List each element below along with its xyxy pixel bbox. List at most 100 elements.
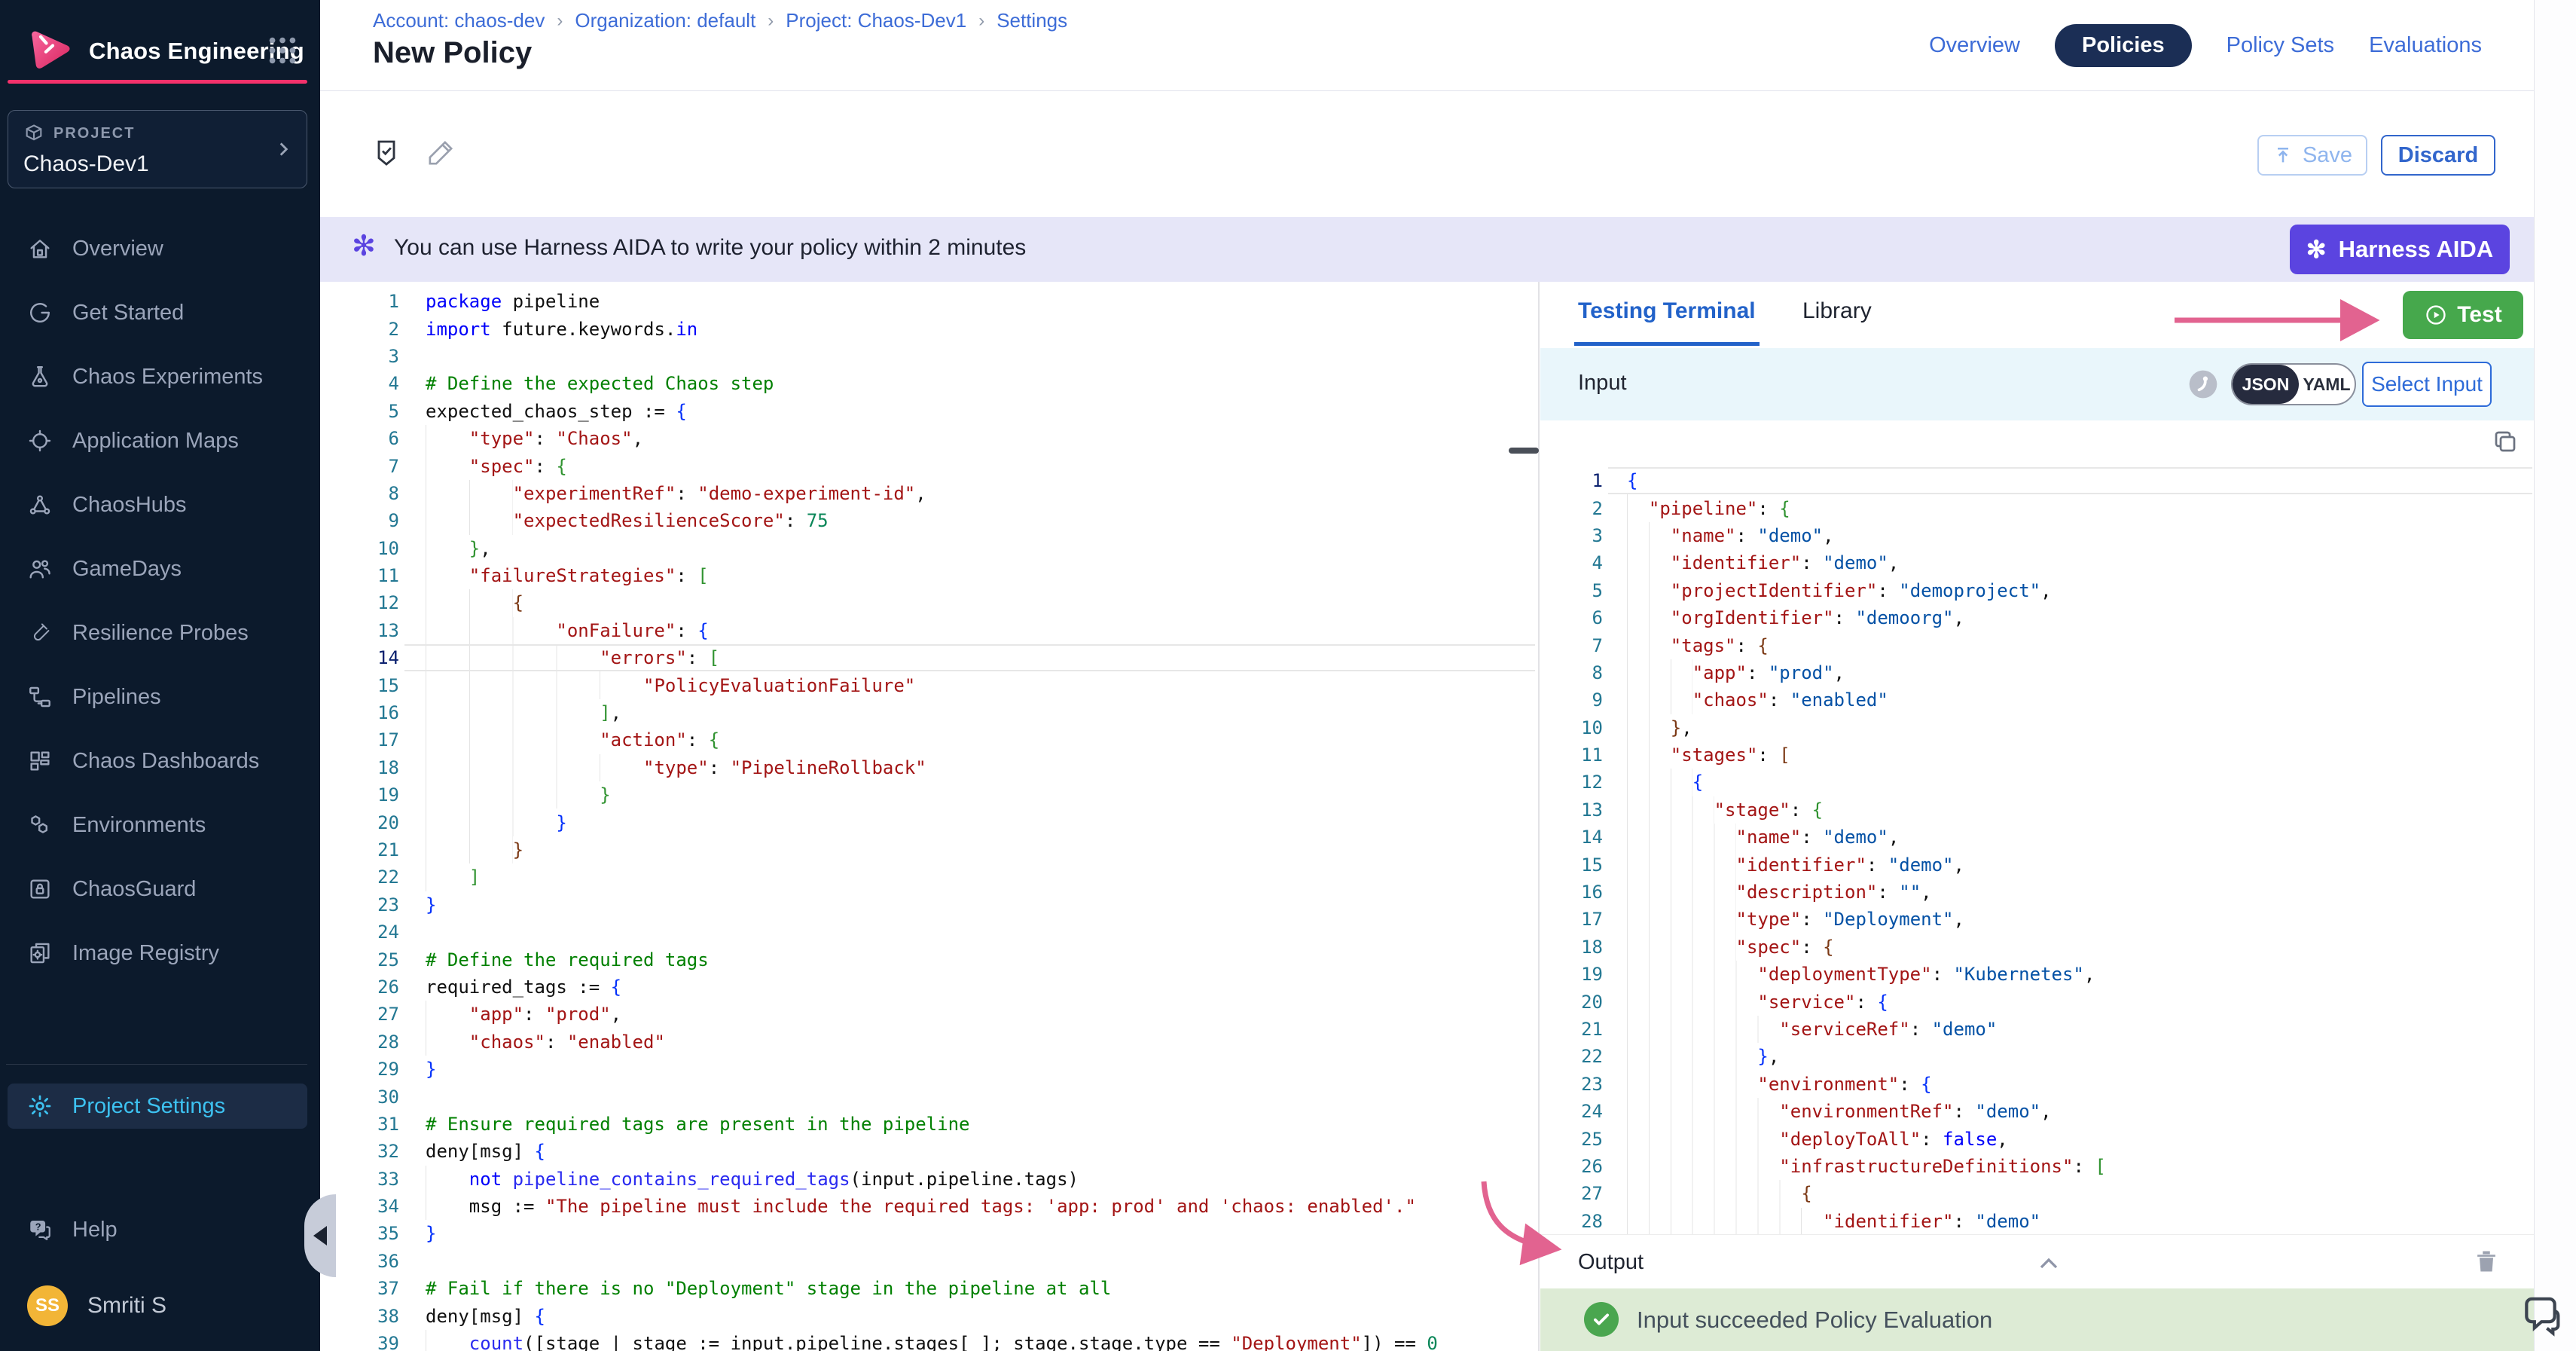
- sidebar-item-image-registry[interactable]: Image Registry: [8, 931, 307, 976]
- discard-button[interactable]: Discard: [2381, 135, 2495, 176]
- code-line[interactable]: 2"pipeline": {: [1540, 494, 2534, 521]
- code-line[interactable]: 7"tags": {: [1540, 631, 2534, 659]
- breadcrumb-item[interactable]: Project: Chaos-Dev1: [786, 9, 966, 32]
- breadcrumb-item[interactable]: Account: chaos-dev: [373, 9, 545, 32]
- code-line[interactable]: 9"chaos": "enabled": [1540, 686, 2534, 714]
- code-line[interactable]: 17"type": "Deployment",: [1540, 906, 2534, 933]
- page-scroll-gutter[interactable]: [2534, 0, 2576, 1351]
- sidebar-item-application-maps[interactable]: Application Maps: [8, 418, 307, 463]
- project-selector[interactable]: PROJECT Chaos-Dev1: [8, 110, 307, 188]
- chevron-up-icon[interactable]: [2034, 1249, 2064, 1279]
- tab-library[interactable]: Library: [1802, 298, 1872, 324]
- code-line[interactable]: 21}: [320, 836, 1538, 863]
- policy-check-icon[interactable]: [371, 136, 401, 170]
- code-line[interactable]: 23"environment": {: [1540, 1071, 2534, 1098]
- panel-resize-handle[interactable]: [1509, 448, 1539, 454]
- code-line[interactable]: 1package pipeline: [320, 288, 1538, 315]
- tab-overview[interactable]: Overview: [1929, 33, 2020, 58]
- code-line[interactable]: 15"identifier": "demo",: [1540, 851, 2534, 878]
- user-menu[interactable]: SS Smriti S: [27, 1285, 166, 1326]
- sidebar-item-chaos-dashboards[interactable]: Chaos Dashboards: [8, 738, 307, 784]
- code-line[interactable]: 8"experimentRef": "demo-experiment-id",: [320, 480, 1538, 507]
- code-line[interactable]: 3"name": "demo",: [1540, 522, 2534, 549]
- code-line[interactable]: 5"projectIdentifier": "demoproject",: [1540, 577, 2534, 604]
- sidebar-item-chaosguard[interactable]: ChaosGuard: [8, 867, 307, 912]
- code-line[interactable]: 20}: [320, 808, 1538, 836]
- code-line[interactable]: 10},: [1540, 714, 2534, 741]
- toggle-yaml[interactable]: YAML: [2299, 374, 2355, 395]
- sidebar-item-help[interactable]: ? Help: [8, 1207, 307, 1252]
- code-line[interactable]: 37# Fail if there is no "Deployment" sta…: [320, 1275, 1538, 1302]
- trash-icon[interactable]: [2472, 1246, 2501, 1277]
- code-line[interactable]: 9"expectedResilienceScore": 75: [320, 507, 1538, 534]
- code-line[interactable]: 8"app": "prod",: [1540, 659, 2534, 686]
- tab-evaluations[interactable]: Evaluations: [2369, 33, 2482, 58]
- sidebar-item-chaoshubs[interactable]: ChaosHubs: [8, 482, 307, 527]
- code-line[interactable]: 25"deployToAll": false,: [1540, 1125, 2534, 1152]
- breadcrumb-item[interactable]: Organization: default: [575, 9, 755, 32]
- code-line[interactable]: 13"stage": {: [1540, 796, 2534, 824]
- sidebar-item-project-settings[interactable]: Project Settings: [8, 1084, 307, 1129]
- code-line[interactable]: 16],: [320, 699, 1538, 726]
- sidebar-item-gamedays[interactable]: GameDays: [8, 546, 307, 591]
- code-line[interactable]: 11"stages": [: [1540, 741, 2534, 769]
- code-line[interactable]: 28"identifier": "demo": [1540, 1208, 2534, 1234]
- sidebar-item-environments[interactable]: Environments: [8, 802, 307, 848]
- code-line[interactable]: 22]: [320, 863, 1538, 891]
- json-yaml-toggle[interactable]: JSON YAML: [2231, 363, 2356, 405]
- code-line[interactable]: 23}: [320, 891, 1538, 918]
- sidebar-item-overview[interactable]: Overview: [8, 226, 307, 271]
- code-line[interactable]: 21"serviceRef": "demo": [1540, 1016, 2534, 1043]
- code-line[interactable]: 33not pipeline_contains_required_tags(in…: [320, 1166, 1538, 1193]
- toggle-json[interactable]: JSON: [2233, 365, 2299, 404]
- code-line[interactable]: 27"app": "prod",: [320, 1001, 1538, 1028]
- select-input-button[interactable]: Select Input: [2362, 362, 2492, 407]
- tab-policy-sets[interactable]: Policy Sets: [2227, 33, 2334, 58]
- code-line[interactable]: 15"PolicyEvaluationFailure": [320, 671, 1538, 698]
- code-line[interactable]: 16"description": "",: [1540, 879, 2534, 906]
- rego-language-icon[interactable]: [2187, 368, 2220, 401]
- code-line[interactable]: 18"type": "PipelineRollback": [320, 754, 1538, 781]
- resource-chat-icon[interactable]: [2520, 1294, 2562, 1337]
- code-line[interactable]: 12{: [320, 589, 1538, 616]
- code-line[interactable]: 6"orgIdentifier": "demoorg",: [1540, 604, 2534, 631]
- code-line[interactable]: 36: [320, 1248, 1538, 1275]
- tab-testing-terminal[interactable]: Testing Terminal: [1578, 298, 1756, 324]
- save-button[interactable]: Save: [2257, 135, 2367, 176]
- copy-icon[interactable]: [2492, 428, 2519, 455]
- code-line[interactable]: 11"failureStrategies": [: [320, 562, 1538, 589]
- code-line[interactable]: 19"deploymentType": "Kubernetes",: [1540, 961, 2534, 988]
- harness-aida-button[interactable]: ✻ Harness AIDA: [2290, 225, 2510, 274]
- harness-logo-icon[interactable]: [26, 27, 74, 75]
- sidebar-item-resilience-probes[interactable]: Resilience Probes: [8, 610, 307, 656]
- code-line[interactable]: 2import future.keywords.in: [320, 315, 1538, 342]
- code-line[interactable]: 38deny[msg] {: [320, 1302, 1538, 1329]
- tab-policies[interactable]: Policies: [2055, 24, 2192, 67]
- test-button[interactable]: Test: [2403, 291, 2523, 339]
- code-line[interactable]: 24: [320, 918, 1538, 946]
- breadcrumb-item[interactable]: Settings: [997, 9, 1067, 32]
- code-line[interactable]: 30: [320, 1083, 1538, 1110]
- code-line[interactable]: 26required_tags := {: [320, 974, 1538, 1001]
- code-line[interactable]: 14"name": "demo",: [1540, 824, 2534, 851]
- sidebar-item-get-started[interactable]: Get Started: [8, 290, 307, 335]
- module-grid-icon[interactable]: [265, 33, 300, 68]
- sidebar-item-pipelines[interactable]: Pipelines: [8, 674, 307, 720]
- code-line[interactable]: 39count([stage | stage := input.pipeline…: [320, 1330, 1538, 1351]
- code-line[interactable]: 19}: [320, 781, 1538, 808]
- input-json-editor[interactable]: 1{2"pipeline": {3"name": "demo",4"identi…: [1540, 467, 2534, 1234]
- code-line[interactable]: 14"errors": [: [320, 644, 1538, 671]
- code-line[interactable]: 18"spec": {: [1540, 934, 2534, 961]
- code-line[interactable]: 22},: [1540, 1043, 2534, 1070]
- code-line[interactable]: 6"type": "Chaos",: [320, 425, 1538, 452]
- code-line[interactable]: 32deny[msg] {: [320, 1138, 1538, 1165]
- code-line[interactable]: 31# Ensure required tags are present in …: [320, 1111, 1538, 1138]
- code-line[interactable]: 7"spec": {: [320, 452, 1538, 479]
- code-line[interactable]: 5expected_chaos_step := {: [320, 398, 1538, 425]
- code-line[interactable]: 25# Define the required tags: [320, 946, 1538, 973]
- code-line[interactable]: 10},: [320, 535, 1538, 562]
- code-line[interactable]: 4"identifier": "demo",: [1540, 549, 2534, 576]
- code-line[interactable]: 17"action": {: [320, 726, 1538, 753]
- code-line[interactable]: 27{: [1540, 1180, 2534, 1207]
- code-line[interactable]: 13"onFailure": {: [320, 617, 1538, 644]
